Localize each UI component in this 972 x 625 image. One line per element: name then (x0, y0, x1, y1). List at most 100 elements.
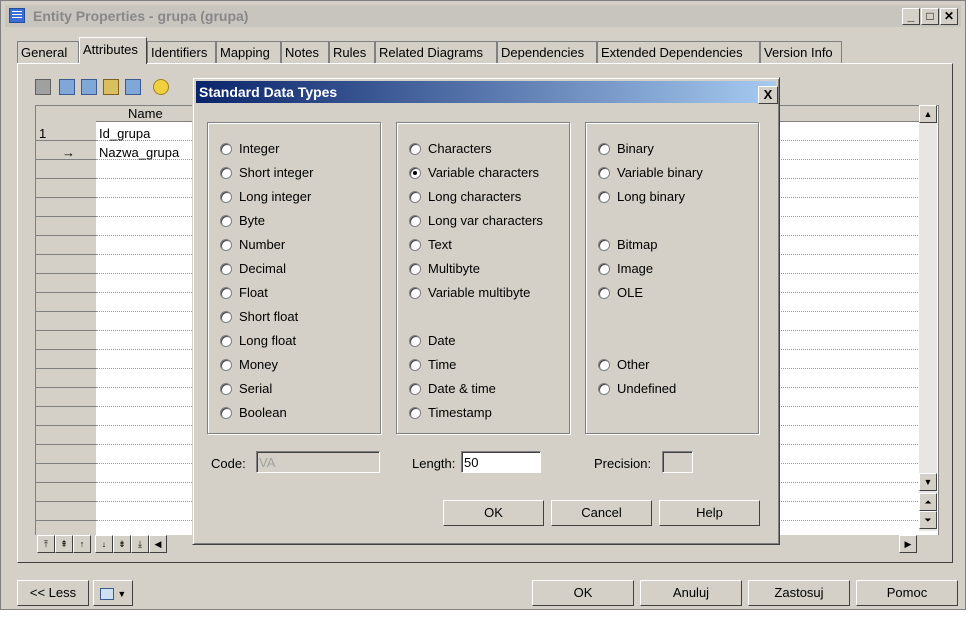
radio-label: Characters (428, 141, 492, 156)
move-up-page-icon[interactable]: ⇞ (55, 535, 73, 553)
radio-label: Float (239, 285, 268, 300)
insert-row-icon[interactable] (81, 79, 97, 95)
ok-button[interactable]: OK (532, 580, 634, 606)
properties-icon[interactable] (35, 79, 51, 95)
code-label: Code: (211, 456, 246, 471)
radio-button-icon (409, 335, 421, 347)
maximize-button[interactable]: □ (921, 8, 939, 25)
radio-label: Image (617, 261, 654, 276)
radio-button-icon (220, 263, 232, 275)
move-down-page-icon[interactable]: ⇟ (113, 535, 131, 553)
radio-button-icon (598, 359, 610, 371)
row-gutter (36, 106, 96, 538)
radio-button-icon (220, 287, 232, 299)
gutter-divider (36, 216, 96, 217)
tab-notes[interactable]: Notes (281, 41, 329, 63)
radio-label: Undefined (617, 381, 677, 396)
add-row-icon[interactable] (59, 79, 75, 95)
gutter-divider (36, 368, 96, 369)
radio-label: Long float (239, 333, 297, 348)
tab-mapping[interactable]: Mapping (216, 41, 281, 63)
move-bottom-icon[interactable]: ⤓ (131, 535, 149, 553)
precision-field (662, 451, 693, 473)
close-button[interactable]: ✕ (940, 8, 958, 25)
gutter-divider (36, 463, 96, 464)
scroll-left-icon[interactable]: ◀ (149, 535, 167, 553)
scroll-page-up-icon[interactable]: ⏶ (919, 493, 937, 511)
radio-label: Integer (239, 141, 280, 156)
reuse-attributes-icon[interactable] (125, 79, 141, 95)
row-number: 1 (39, 126, 47, 141)
pomoc-button[interactable]: Pomoc (856, 580, 958, 606)
tab-extended-dependencies[interactable]: Extended Dependencies (597, 41, 760, 63)
zastosuj-button[interactable]: Zastosuj (748, 580, 850, 606)
add-attributes-icon[interactable] (103, 79, 119, 95)
move-down-icon[interactable]: ↓ (95, 535, 113, 553)
tab-dependencies[interactable]: Dependencies (497, 41, 597, 63)
radio-button-icon (598, 239, 610, 251)
less-button[interactable]: << Less (17, 580, 89, 606)
radio-button-icon (220, 143, 232, 155)
vertical-scrollbar[interactable]: ▲ ▼ ⏶ ⏷ (919, 105, 937, 531)
chevron-down-icon: ▼ (117, 589, 127, 599)
radio-button-icon (409, 239, 421, 251)
tab-related-diagrams[interactable]: Related Diagrams (375, 41, 497, 63)
code-field: VA (256, 451, 380, 473)
anuluj-button[interactable]: Anuluj (640, 580, 742, 606)
move-up-icon[interactable]: ↑ (73, 535, 91, 553)
gutter-divider (36, 292, 96, 293)
table-row[interactable]: Id_grupa (99, 126, 150, 141)
radio-button-icon (409, 215, 421, 227)
minimize-button[interactable]: _ (902, 8, 920, 25)
print-menu-button[interactable]: ▼ (93, 580, 133, 606)
scroll-down-icon[interactable]: ▼ (919, 473, 937, 491)
tab-general[interactable]: General (17, 41, 79, 63)
length-field[interactable]: 50 (461, 451, 541, 473)
scroll-right-icon[interactable]: ▶ (899, 535, 917, 553)
dialog-close-button[interactable]: X (758, 86, 778, 104)
gutter-divider (36, 387, 96, 388)
radio-button-icon (220, 407, 232, 419)
dialog-ok-button[interactable]: OK (443, 500, 544, 526)
gutter-divider (36, 273, 96, 274)
radio-button-icon (598, 287, 610, 299)
length-label: Length: (412, 456, 456, 471)
printer-icon (99, 587, 114, 600)
radio-button-icon (220, 311, 232, 323)
gutter-divider (36, 520, 96, 521)
radio-button-icon (220, 359, 232, 371)
table-row[interactable]: Nazwa_grupa (99, 145, 179, 160)
dialog-help-button[interactable]: Help (659, 500, 760, 526)
radio-label: Boolean (239, 405, 287, 420)
binary-types-group: Binary Variable binary Long binary Bitmap Im… (585, 122, 759, 434)
radio-button-icon (409, 191, 421, 203)
tab-version-info[interactable]: Version Info (760, 41, 842, 63)
scroll-up-icon[interactable]: ▲ (919, 105, 937, 123)
column-header-label: Name (128, 106, 163, 121)
radio-label: OLE (617, 285, 644, 300)
gutter-divider (36, 444, 96, 445)
gutter-divider (36, 482, 96, 483)
radio-label: Byte (239, 213, 266, 228)
gutter-divider (36, 330, 96, 331)
gutter-divider (36, 178, 96, 179)
radio-button-icon (409, 407, 421, 419)
precision-label: Precision: (594, 456, 652, 471)
tab-identifiers[interactable]: Identifiers (147, 41, 216, 63)
radio-label: Variable binary (617, 165, 703, 180)
new-icon[interactable] (153, 79, 169, 95)
radio-button-icon (409, 359, 421, 371)
radio-button-icon (220, 335, 232, 347)
radio-button-icon (598, 263, 610, 275)
scroll-page-down-icon[interactable]: ⏷ (919, 511, 937, 529)
radio-label: Bitmap (617, 237, 658, 252)
radio-label: Date (428, 333, 456, 348)
tab-rules[interactable]: Rules (329, 41, 375, 63)
dialog-cancel-button[interactable]: Cancel (551, 500, 652, 526)
radio-button-icon (409, 263, 421, 275)
tab-attributes[interactable]: Attributes (79, 37, 147, 64)
gutter-divider (36, 197, 96, 198)
move-top-icon[interactable]: ⤒ (37, 535, 55, 553)
radio-button-icon (220, 191, 232, 203)
gutter-divider (36, 235, 96, 236)
